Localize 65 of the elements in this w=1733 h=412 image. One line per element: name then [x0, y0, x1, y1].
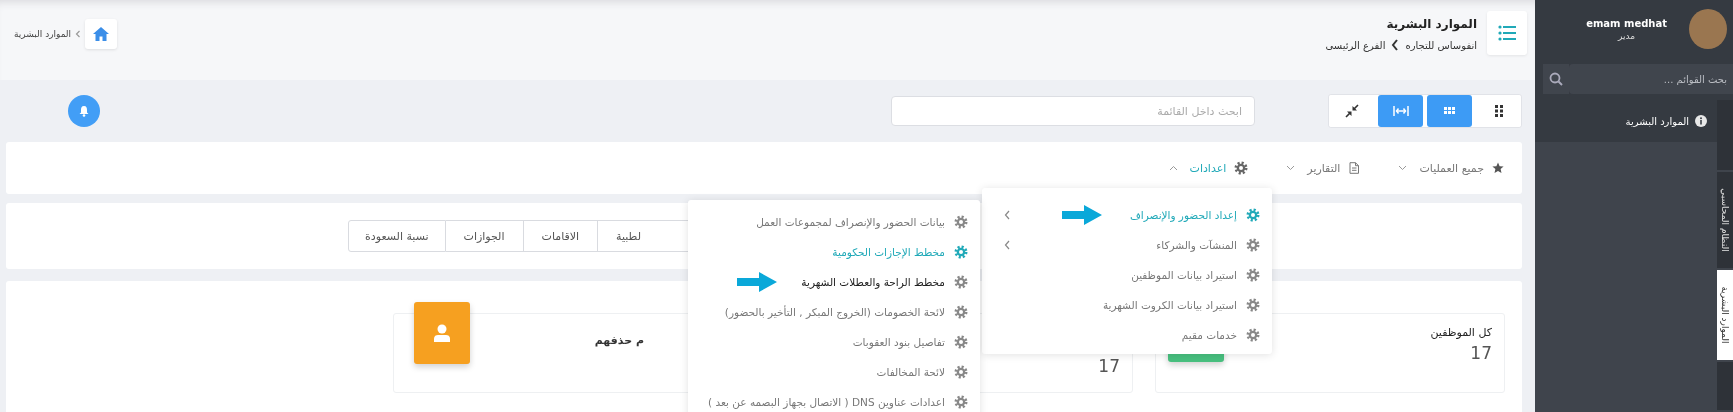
- gear-icon: [954, 305, 968, 319]
- menu-item[interactable]: خدمات مقيم: [1181, 328, 1260, 342]
- menu-item[interactable]: لائحة المخالفات: [876, 365, 968, 379]
- breadcrumb-link[interactable]: الفرع الرئيسى: [1325, 39, 1386, 51]
- stat-title: م حذفهم: [594, 334, 644, 347]
- report-tab[interactable]: الجوازات: [445, 220, 524, 252]
- gear-icon: [1246, 238, 1260, 252]
- document-icon: [1348, 162, 1361, 174]
- menu-item[interactable]: تفاصيل بنود العقوبات: [852, 335, 968, 349]
- stat-value: 17: [1470, 343, 1492, 363]
- report-tab[interactable]: الاقامات: [523, 220, 599, 252]
- gear-icon: [954, 335, 968, 349]
- home-icon: [92, 26, 111, 42]
- gear-icon: [1234, 161, 1249, 175]
- gear-icon: [954, 365, 968, 379]
- notifications-button[interactable]: [68, 95, 100, 127]
- menu-item[interactable]: بيانات الحضور والإنصراف لمجموعات العمل: [756, 215, 968, 229]
- gear-icon: [954, 395, 968, 409]
- gear-icon: [954, 275, 968, 289]
- menu-item[interactable]: مخطط الراحة والعطلات الشهرية: [801, 275, 968, 289]
- menu-item[interactable]: إعداد الحضور والإنصراف: [1129, 208, 1260, 222]
- gear-icon: [1246, 298, 1260, 312]
- chevron-icon: [1391, 39, 1400, 51]
- page-title: الموارد البشرية: [1385, 17, 1477, 31]
- compress-icon: [1344, 104, 1359, 118]
- stat-value: 17: [1098, 356, 1120, 376]
- user-role: مدير: [1616, 30, 1637, 41]
- gear-icon: [954, 245, 968, 259]
- nav-menu[interactable]: جميع العمليات: [1398, 161, 1504, 175]
- search-icon: [1543, 64, 1569, 94]
- menu-button[interactable]: [1487, 11, 1527, 55]
- menu-item[interactable]: لائحة الخصومات (الخروج المبكر , التأخير بالحضور): [724, 305, 968, 319]
- chevron-icon: [75, 30, 82, 38]
- avatar: [1689, 9, 1727, 49]
- nav-menu[interactable]: اعدادات: [1168, 161, 1249, 175]
- info-icon: [1695, 115, 1707, 127]
- menu-item[interactable]: المنشآت والشركاء: [1156, 238, 1260, 252]
- vertical-tab[interactable]: الموارد البشرية: [1717, 270, 1733, 362]
- search-field[interactable]: بحث القوائم ...: [1535, 58, 1733, 100]
- gear-icon: [1246, 208, 1260, 222]
- menu-item[interactable]: مخطط الإجازات الحكومية: [832, 245, 968, 259]
- person-icon: [432, 323, 452, 343]
- chevron-icon: [1398, 165, 1408, 171]
- sidebar-item[interactable]: الموارد البشرية: [1535, 100, 1717, 142]
- bell-icon: [78, 105, 90, 117]
- chevron-icon: [1286, 165, 1296, 171]
- menu-icon: [1498, 25, 1516, 41]
- gear-icon: [1246, 268, 1260, 282]
- user-name: emam medhat: [1586, 17, 1667, 29]
- gear-icon: [1246, 328, 1260, 342]
- gear-icon: [954, 215, 968, 229]
- stat-title: كل الموظفين: [1430, 326, 1492, 339]
- grid-icon: [1493, 104, 1504, 118]
- breadcrumb-link[interactable]: انفوساس للتجاره: [1405, 39, 1477, 51]
- chevron-icon: [1168, 165, 1178, 171]
- menu-item[interactable]: استيراد بيانات الكروت الشهرية: [1102, 298, 1260, 312]
- breadcrumb-link[interactable]: الموارد البشرية: [14, 29, 72, 39]
- menu-item[interactable]: اعدادات عناوين DNS ( الاتصال بجهاز البصمه عن بعد ): [708, 395, 968, 409]
- nav-menu[interactable]: التقارير: [1286, 161, 1361, 175]
- home-button[interactable]: [85, 19, 118, 49]
- star-icon: [1492, 162, 1504, 174]
- report-tab[interactable]: نسبة السعودة: [348, 220, 446, 252]
- search-field[interactable]: ابحث داخل القائمة: [891, 96, 1255, 126]
- menu-item[interactable]: استيراد بيانات الموظفين: [1131, 268, 1260, 282]
- expand-icon: [1392, 104, 1409, 118]
